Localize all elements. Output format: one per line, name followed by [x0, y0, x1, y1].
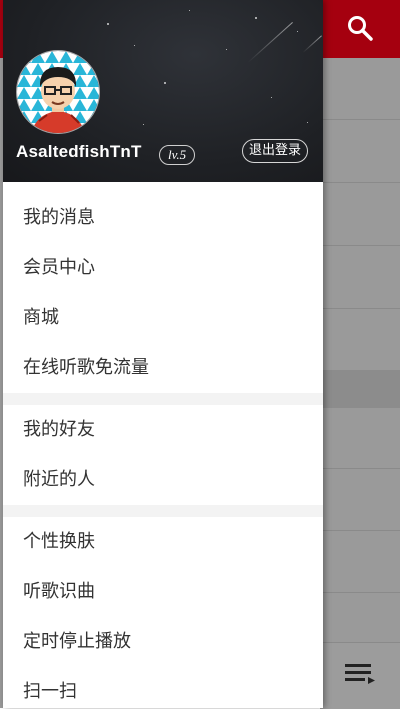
star-decoration	[107, 23, 109, 25]
star-decoration	[143, 124, 144, 125]
star-decoration	[226, 49, 227, 50]
menu-group-3: 个性换肤 听歌识曲 定时停止播放 扫一扫	[3, 517, 323, 708]
menu-item-themes[interactable]: 个性换肤	[3, 517, 323, 567]
search-icon[interactable]	[340, 8, 380, 48]
star-decoration	[255, 17, 257, 19]
username[interactable]: AsaltedfishTnT	[16, 142, 142, 162]
level-badge: lv.5	[159, 145, 196, 165]
menu-item-vip-center[interactable]: 会员中心	[3, 243, 323, 293]
background-divider	[320, 530, 400, 531]
star-decoration	[134, 45, 135, 46]
menu-item-song-recognition[interactable]: 听歌识曲	[3, 567, 323, 617]
meteor-decoration	[247, 21, 293, 63]
background-divider	[320, 119, 400, 120]
menu-item-messages[interactable]: 我的消息	[3, 193, 323, 243]
logout-button[interactable]: 退出登录	[242, 139, 309, 163]
menu-item-sleep-timer[interactable]: 定时停止播放	[3, 617, 323, 667]
meteor-decoration	[302, 35, 322, 53]
navigation-drawer: AsaltedfishTnT lv.5 退出登录 我的消息 会员中心 商城 在线…	[3, 0, 323, 708]
star-decoration	[189, 10, 190, 11]
menu-group-1: 我的消息 会员中心 商城 在线听歌免流量	[3, 182, 323, 393]
background-section-band	[320, 370, 400, 408]
background-divider	[320, 592, 400, 593]
menu-divider	[3, 393, 323, 405]
star-decoration	[297, 31, 298, 32]
menu-item-friends[interactable]: 我的好友	[3, 405, 323, 455]
menu-item-free-data-streaming[interactable]: 在线听歌免流量	[3, 343, 323, 393]
star-decoration	[307, 122, 308, 123]
playlist-icon[interactable]	[340, 656, 380, 692]
background-divider	[320, 308, 400, 309]
background-divider	[320, 245, 400, 246]
drawer-header: AsaltedfishTnT lv.5 退出登录	[3, 0, 323, 182]
avatar[interactable]	[16, 50, 100, 134]
menu-group-2: 我的好友 附近的人	[3, 405, 323, 505]
menu-item-store[interactable]: 商城	[3, 293, 323, 343]
star-decoration	[271, 97, 272, 98]
menu-divider	[3, 505, 323, 517]
menu-item-scan[interactable]: 扫一扫	[3, 667, 323, 708]
menu-item-nearby-people[interactable]: 附近的人	[3, 455, 323, 505]
background-divider	[320, 182, 400, 183]
star-decoration	[164, 82, 166, 84]
background-divider	[320, 468, 400, 469]
